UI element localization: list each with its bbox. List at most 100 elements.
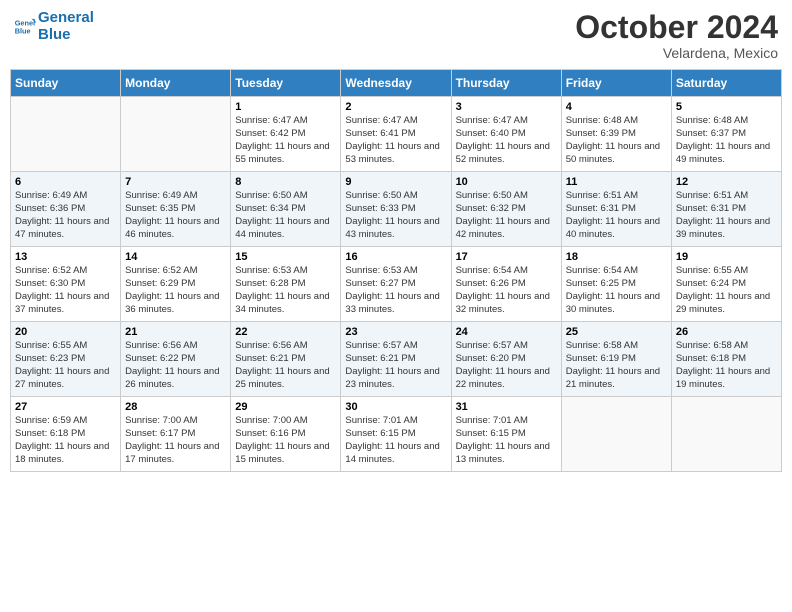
day-number: 19 [676,251,777,263]
day-number: 5 [676,101,777,113]
calendar-cell: 4 Sunrise: 6:48 AM Sunset: 6:39 PM Daylig… [561,97,671,172]
calendar-cell: 3 Sunrise: 6:47 AM Sunset: 6:40 PM Daylig… [451,97,561,172]
day-number: 17 [456,251,557,263]
logo-icon: General Blue [14,16,36,38]
logo: General Blue GeneralBlue [14,10,94,43]
day-number: 1 [235,101,336,113]
calendar-cell [671,397,781,472]
day-info: Sunrise: 6:57 AM Sunset: 6:21 PM Dayligh… [345,340,446,391]
day-number: 20 [15,326,116,338]
day-info: Sunrise: 6:54 AM Sunset: 6:25 PM Dayligh… [566,265,667,316]
calendar-cell: 30 Sunrise: 7:01 AM Sunset: 6:15 PM Dayli… [341,397,451,472]
day-number: 18 [566,251,667,263]
day-number: 6 [15,176,116,188]
calendar-cell: 10 Sunrise: 6:50 AM Sunset: 6:32 PM Dayli… [451,172,561,247]
day-number: 3 [456,101,557,113]
calendar-cell: 6 Sunrise: 6:49 AM Sunset: 6:36 PM Daylig… [11,172,121,247]
day-number: 31 [456,401,557,413]
weekday-saturday: Saturday [671,70,781,97]
month-title: October 2024 [575,10,778,45]
weekday-thursday: Thursday [451,70,561,97]
day-info: Sunrise: 6:59 AM Sunset: 6:18 PM Dayligh… [15,415,116,466]
day-info: Sunrise: 6:57 AM Sunset: 6:20 PM Dayligh… [456,340,557,391]
day-info: Sunrise: 6:48 AM Sunset: 6:39 PM Dayligh… [566,115,667,166]
calendar-cell: 13Sunrise: 6:52 AM Sunset: 6:30 PM Dayli… [11,247,121,322]
calendar-cell: 29 Sunrise: 7:00 AM Sunset: 6:16 PM Dayli… [231,397,341,472]
calendar-cell: 20 Sunrise: 6:55 AM Sunset: 6:23 PM Dayli… [11,322,121,397]
day-info: Sunrise: 6:51 AM Sunset: 6:31 PM Dayligh… [676,190,777,241]
day-info: Sunrise: 6:58 AM Sunset: 6:19 PM Dayligh… [566,340,667,391]
location: Velardena, Mexico [575,45,778,61]
day-info: Sunrise: 7:00 AM Sunset: 6:16 PM Dayligh… [235,415,336,466]
calendar-cell [11,97,121,172]
calendar-week-3: 13Sunrise: 6:52 AM Sunset: 6:30 PM Dayli… [11,247,782,322]
day-number: 30 [345,401,446,413]
calendar-cell: 31 Sunrise: 7:01 AM Sunset: 6:15 PM Dayli… [451,397,561,472]
day-number: 22 [235,326,336,338]
weekday-monday: Monday [121,70,231,97]
day-info: Sunrise: 6:56 AM Sunset: 6:22 PM Dayligh… [125,340,226,391]
day-number: 16 [345,251,446,263]
calendar-cell: 7Sunrise: 6:49 AM Sunset: 6:35 PM Daylig… [121,172,231,247]
day-number: 12 [676,176,777,188]
day-number: 8 [235,176,336,188]
day-info: Sunrise: 6:50 AM Sunset: 6:33 PM Dayligh… [345,190,446,241]
calendar-cell: 23 Sunrise: 6:57 AM Sunset: 6:21 PM Dayli… [341,322,451,397]
calendar-week-1: 1 Sunrise: 6:47 AM Sunset: 6:42 PM Daylig… [11,97,782,172]
day-number: 9 [345,176,446,188]
day-info: Sunrise: 6:52 AM Sunset: 6:29 PM Dayligh… [125,265,226,316]
calendar-cell: 14 Sunrise: 6:52 AM Sunset: 6:29 PM Dayli… [121,247,231,322]
calendar-cell: 12 Sunrise: 6:51 AM Sunset: 6:31 PM Dayli… [671,172,781,247]
day-number: 7 [125,176,226,188]
day-number: 23 [345,326,446,338]
calendar-cell: 8 Sunrise: 6:50 AM Sunset: 6:34 PM Daylig… [231,172,341,247]
day-number: 14 [125,251,226,263]
svg-text:Blue: Blue [15,26,31,35]
logo-name: GeneralBlue [38,10,94,43]
weekday-header-row: SundayMondayTuesdayWednesdayThursdayFrid… [11,70,782,97]
calendar-cell: 2 Sunrise: 6:47 AM Sunset: 6:41 PM Daylig… [341,97,451,172]
day-number: 10 [456,176,557,188]
calendar-cell: 24 Sunrise: 6:57 AM Sunset: 6:20 PM Dayli… [451,322,561,397]
calendar-cell: 21 Sunrise: 6:56 AM Sunset: 6:22 PM Dayli… [121,322,231,397]
day-info: Sunrise: 6:47 AM Sunset: 6:41 PM Dayligh… [345,115,446,166]
calendar-week-5: 27 Sunrise: 6:59 AM Sunset: 6:18 PM Dayli… [11,397,782,472]
calendar-cell: 28 Sunrise: 7:00 AM Sunset: 6:17 PM Dayli… [121,397,231,472]
day-info: Sunrise: 6:54 AM Sunset: 6:26 PM Dayligh… [456,265,557,316]
day-info: Sunrise: 6:55 AM Sunset: 6:24 PM Dayligh… [676,265,777,316]
calendar-cell: 22 Sunrise: 6:56 AM Sunset: 6:21 PM Dayli… [231,322,341,397]
day-number: 15 [235,251,336,263]
day-number: 26 [676,326,777,338]
day-info: Sunrise: 6:53 AM Sunset: 6:27 PM Dayligh… [345,265,446,316]
calendar-cell: 27 Sunrise: 6:59 AM Sunset: 6:18 PM Dayli… [11,397,121,472]
calendar-week-2: 6 Sunrise: 6:49 AM Sunset: 6:36 PM Daylig… [11,172,782,247]
day-info: Sunrise: 6:51 AM Sunset: 6:31 PM Dayligh… [566,190,667,241]
day-number: 28 [125,401,226,413]
day-info: Sunrise: 7:01 AM Sunset: 6:15 PM Dayligh… [345,415,446,466]
day-number: 25 [566,326,667,338]
calendar-cell: 16 Sunrise: 6:53 AM Sunset: 6:27 PM Dayli… [341,247,451,322]
day-number: 13 [15,251,116,263]
day-number: 24 [456,326,557,338]
weekday-tuesday: Tuesday [231,70,341,97]
day-info: Sunrise: 7:00 AM Sunset: 6:17 PM Dayligh… [125,415,226,466]
day-info: Sunrise: 6:49 AM Sunset: 6:36 PM Dayligh… [15,190,116,241]
calendar-cell: 17 Sunrise: 6:54 AM Sunset: 6:26 PM Dayli… [451,247,561,322]
day-number: 29 [235,401,336,413]
day-number: 21 [125,326,226,338]
title-block: October 2024 Velardena, Mexico [575,10,778,61]
day-info: Sunrise: 6:47 AM Sunset: 6:42 PM Dayligh… [235,115,336,166]
day-number: 2 [345,101,446,113]
day-number: 4 [566,101,667,113]
calendar-cell: 25 Sunrise: 6:58 AM Sunset: 6:19 PM Dayli… [561,322,671,397]
day-info: Sunrise: 6:50 AM Sunset: 6:34 PM Dayligh… [235,190,336,241]
day-info: Sunrise: 6:50 AM Sunset: 6:32 PM Dayligh… [456,190,557,241]
day-info: Sunrise: 6:58 AM Sunset: 6:18 PM Dayligh… [676,340,777,391]
day-number: 27 [15,401,116,413]
day-info: Sunrise: 6:56 AM Sunset: 6:21 PM Dayligh… [235,340,336,391]
day-info: Sunrise: 6:47 AM Sunset: 6:40 PM Dayligh… [456,115,557,166]
day-info: Sunrise: 7:01 AM Sunset: 6:15 PM Dayligh… [456,415,557,466]
day-info: Sunrise: 6:55 AM Sunset: 6:23 PM Dayligh… [15,340,116,391]
calendar-cell [121,97,231,172]
calendar-cell: 9 Sunrise: 6:50 AM Sunset: 6:33 PM Daylig… [341,172,451,247]
